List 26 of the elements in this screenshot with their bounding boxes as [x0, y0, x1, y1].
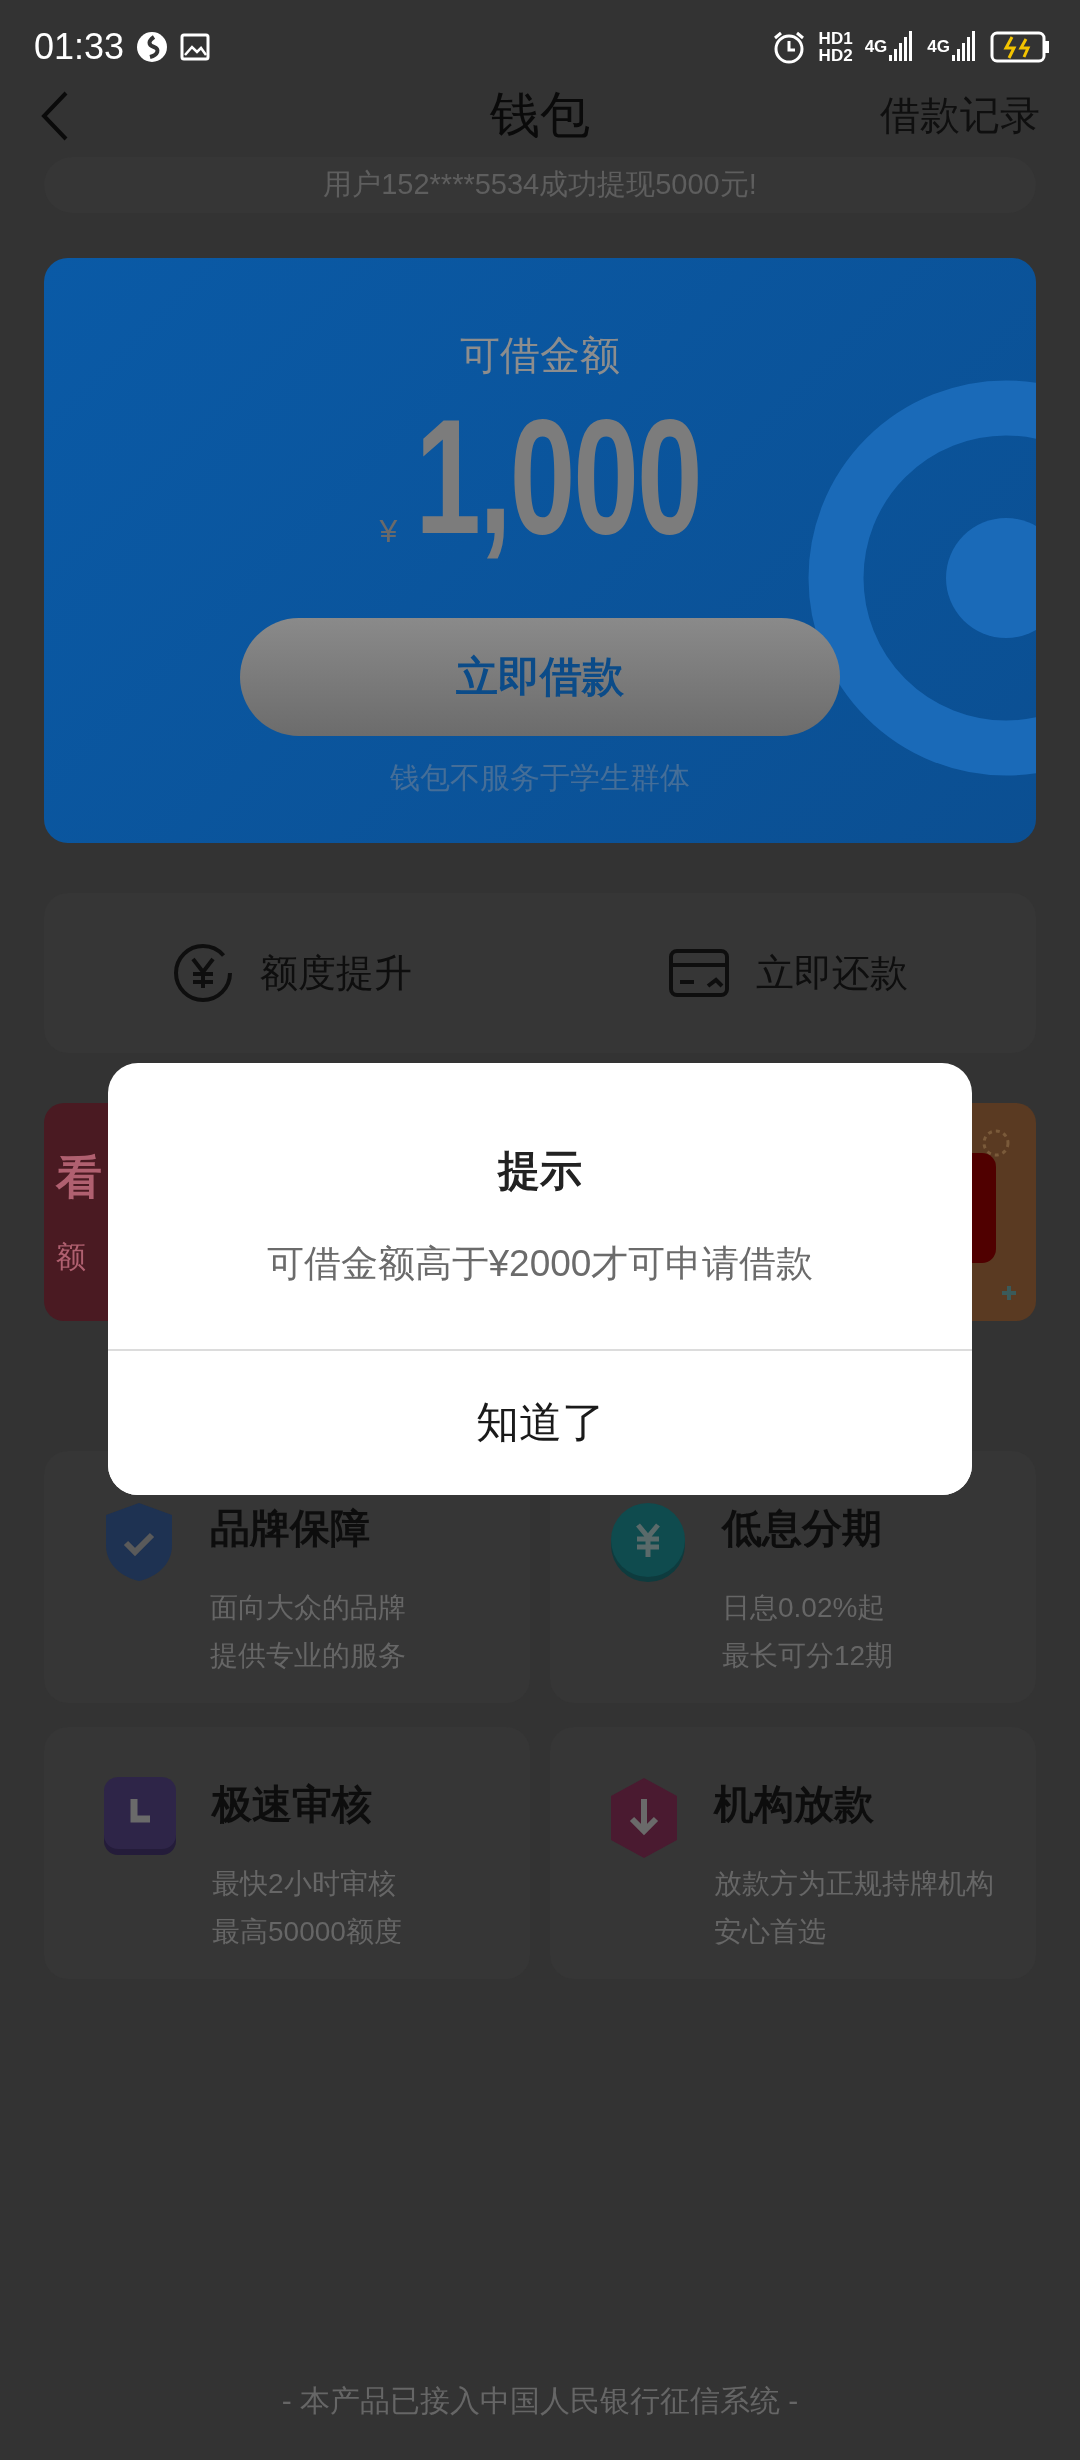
- status-time: 01:33: [34, 26, 125, 68]
- image-icon: [180, 33, 211, 61]
- sim-label: HD2: [818, 47, 853, 64]
- network-label: 4G: [864, 37, 888, 57]
- yen-circle-icon: [172, 942, 234, 1004]
- currency-symbol: ¥: [379, 513, 398, 550]
- dialog-message: 可借金额高于¥2000才可申请借款: [266, 1242, 814, 1286]
- dialog-confirm-button[interactable]: 知道了: [108, 1349, 972, 1495]
- shield-check-icon: [104, 1501, 174, 1583]
- available-amount: 1,000: [415, 395, 701, 558]
- signal-icon: [952, 31, 978, 63]
- dialog-title: 提示: [498, 1146, 582, 1196]
- student-notice: 钱包不服务于学生群体: [390, 760, 690, 796]
- network-label: 4G: [927, 37, 950, 57]
- clock-icon: [104, 1777, 176, 1855]
- banner-subtitle: 额: [56, 1238, 86, 1275]
- app-notification-icon: [136, 31, 169, 63]
- card-icon: [668, 948, 730, 998]
- available-amount-label: 可借金额: [460, 332, 620, 379]
- borrow-button[interactable]: 立即借款: [240, 618, 840, 736]
- back-icon[interactable]: [40, 89, 70, 142]
- yen-coin-icon: [610, 1501, 686, 1583]
- banner-title: 看: [56, 1149, 102, 1205]
- battery-charging-icon: [990, 31, 1050, 63]
- down-arrow-icon: [610, 1777, 678, 1859]
- sim-label: HD1: [818, 30, 853, 47]
